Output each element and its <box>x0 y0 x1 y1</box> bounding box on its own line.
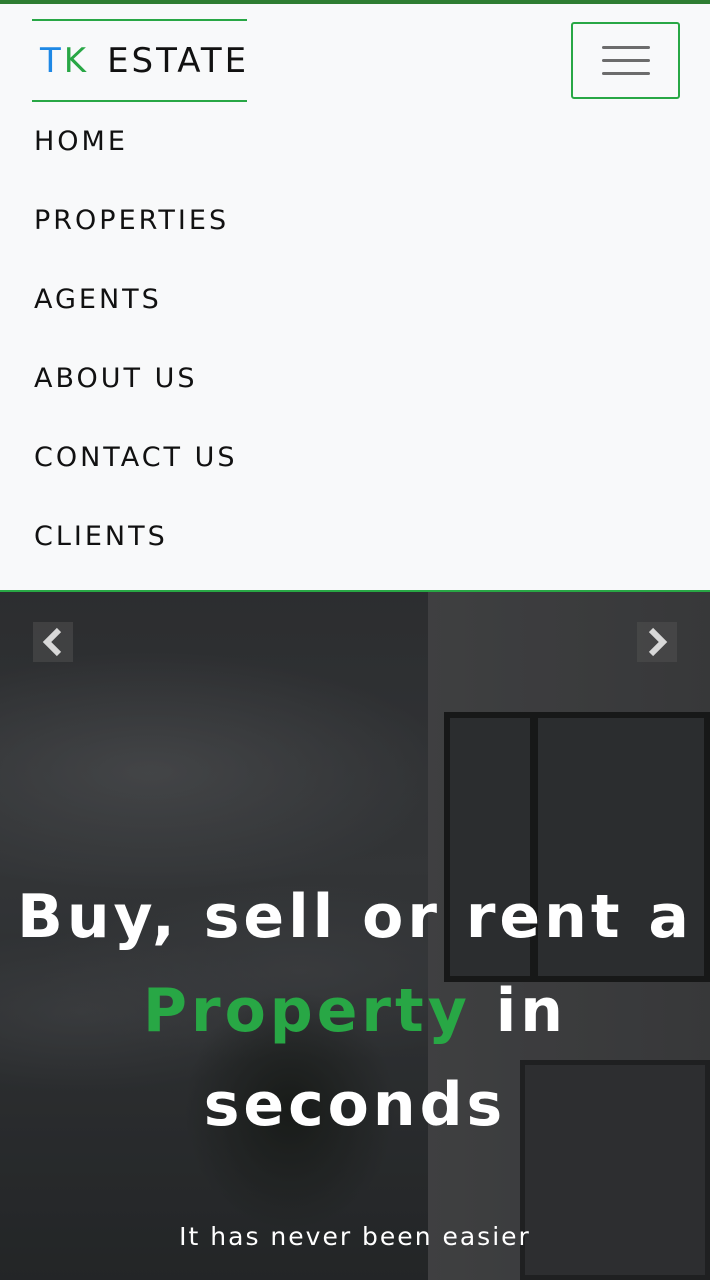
nav-link-clients[interactable]: CLIENTS <box>34 509 168 550</box>
hero-title: Buy, sell or rent a Property in seconds <box>0 870 710 1152</box>
brand-name: ESTATE <box>107 40 250 81</box>
hamburger-menu-icon-line <box>601 72 650 75</box>
hero-subtitle: It has never been easier <box>179 1222 531 1251</box>
nav-link-properties[interactable]: PROPERTIES <box>34 193 229 234</box>
navbar: T K ESTATE HOME PROPERTIES AGENTS ABOUT US… <box>0 4 710 592</box>
navbar-toggler-button[interactable] <box>571 22 680 99</box>
nav-menu: HOME PROPERTIES AGENTS ABOUT US CONTACT … <box>34 114 238 588</box>
hero-title-after-accent: in <box>470 976 567 1046</box>
chevron-left-icon <box>42 627 62 657</box>
hero-title-line3: seconds <box>203 1070 507 1140</box>
chevron-right-icon <box>648 627 668 657</box>
brand-logo[interactable]: T K ESTATE <box>32 19 247 102</box>
nav-item-properties: PROPERTIES <box>34 193 238 272</box>
hamburger-menu-icon-line <box>601 59 650 62</box>
hero-title-line1: Buy, sell or rent a <box>17 882 693 952</box>
nav-item-agents: AGENTS <box>34 272 238 351</box>
hero-title-accent: Property <box>143 976 471 1046</box>
nav-item-about: ABOUT US <box>34 351 238 430</box>
nav-link-home[interactable]: HOME <box>34 114 128 155</box>
nav-item-home: HOME <box>34 114 238 193</box>
nav-link-agents[interactable]: AGENTS <box>34 272 162 313</box>
nav-item-clients: CLIENTS <box>34 509 238 588</box>
carousel-prev-button[interactable] <box>33 622 73 662</box>
nav-item-contact: CONTACT US <box>34 430 238 509</box>
nav-link-about-us[interactable]: ABOUT US <box>34 351 198 392</box>
carousel-next-button[interactable] <box>637 622 677 662</box>
hamburger-menu-icon <box>601 46 650 49</box>
brand-letter-k: K <box>63 40 90 81</box>
nav-link-contact-us[interactable]: CONTACT US <box>34 430 238 471</box>
brand-letter-t: T <box>40 40 64 81</box>
